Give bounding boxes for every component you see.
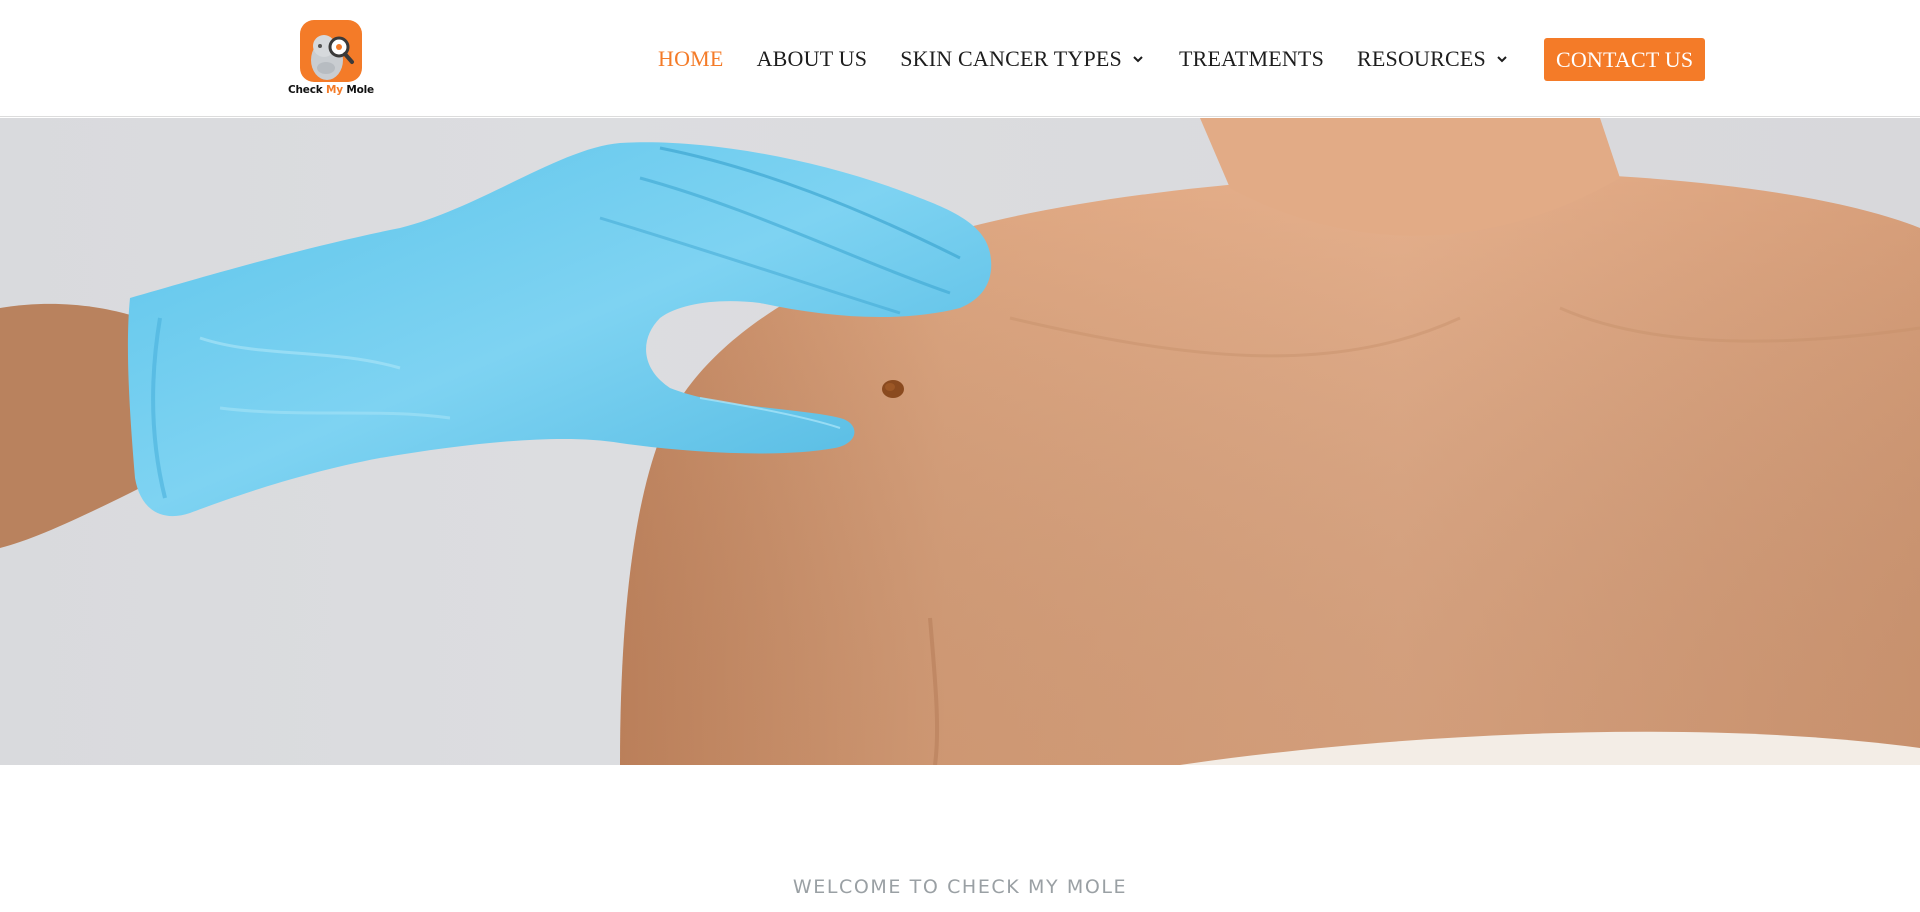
site-header: Check My Mole HOME ABOUT US SKIN CANCER …: [0, 0, 1920, 117]
nav-item-label: ABOUT US: [756, 46, 868, 71]
site-logo[interactable]: Check My Mole: [288, 18, 374, 100]
chevron-down-icon: [1133, 56, 1143, 63]
hero-image: [0, 118, 1920, 765]
nav-item-resources[interactable]: RESOURCES: [1357, 46, 1509, 72]
contact-us-button[interactable]: CONTACT US: [1543, 37, 1706, 81]
chevron-down-icon: [1497, 56, 1507, 63]
nav-item-about-us[interactable]: ABOUT US: [757, 46, 868, 72]
nav-item-home[interactable]: HOME: [658, 46, 724, 72]
nav-item-skin-cancer-types[interactable]: SKIN CANCER TYPES: [900, 46, 1145, 72]
gloved-hand-examining-mole-image: [0, 118, 1920, 765]
nav-item-treatments[interactable]: TREATMENTS: [1179, 46, 1324, 72]
nav-item-label: TREATMENTS: [1179, 46, 1324, 71]
nav-item-label: HOME: [658, 46, 724, 71]
mole-magnifier-icon: [300, 20, 362, 82]
welcome-eyebrow: WELCOME TO CHECK MY MOLE: [792, 876, 1128, 898]
logo-wordmark: Check My Mole: [288, 84, 374, 96]
main-nav: HOME ABOUT US SKIN CANCER TYPES TREATMEN…: [658, 37, 1706, 81]
nav-item-label: SKIN CANCER TYPES: [900, 46, 1122, 71]
nav-item-label: RESOURCES: [1357, 46, 1486, 71]
